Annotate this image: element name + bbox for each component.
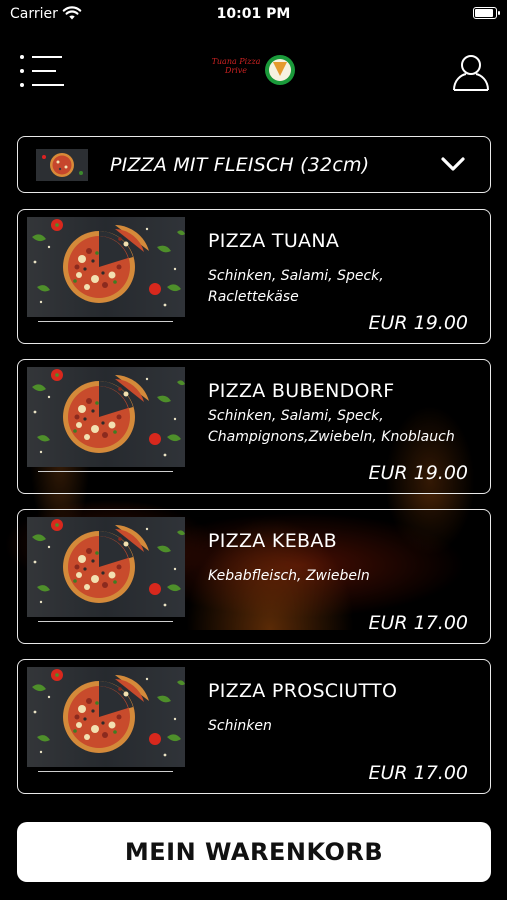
logo-text: Tuana Pizza Drive [211, 57, 261, 75]
product-card[interactable]: PIZZA BUBENDORF Schinken, Salami, Speck,… [17, 359, 491, 494]
battery-icon [473, 7, 500, 19]
product-name: PIZZA KEBAB [208, 530, 337, 552]
pizza-logo-icon [265, 55, 295, 85]
product-price: EUR 17.00 [368, 612, 468, 634]
product-name: PIZZA BUBENDORF [208, 380, 395, 402]
product-card[interactable]: PIZZA PROSCIUTTO Schinken EUR 17.00 [17, 659, 491, 794]
pizza-photo [27, 517, 185, 617]
product-price: EUR 17.00 [368, 762, 468, 784]
category-label: PIZZA MIT FLEISCH (32cm) [110, 154, 370, 176]
brand-logo: Tuana Pizza Drive [207, 53, 299, 89]
status-time: 10:01 PM [216, 6, 291, 22]
pizza-photo [27, 667, 185, 767]
product-description: Schinken, Salami, Speck, Champignons,Zwi… [208, 408, 455, 445]
category-thumbnail [36, 149, 88, 181]
app-header: Tuana Pizza Drive [0, 45, 507, 100]
product-name: PIZZA TUANA [208, 230, 340, 252]
photo-divider [38, 471, 173, 472]
product-card[interactable]: PIZZA TUANA Schinken, Salami, Speck, Rac… [17, 209, 491, 344]
product-card[interactable]: PIZZA KEBAB Kebabfleisch, Zwiebeln EUR 1… [17, 509, 491, 644]
pizza-photo [27, 217, 185, 317]
user-icon [453, 55, 489, 91]
photo-divider [38, 321, 173, 322]
status-bar: Carrier 10:01 PM [0, 0, 507, 30]
cart-button[interactable]: MEIN WARENKORB [17, 822, 491, 882]
category-dropdown[interactable]: PIZZA MIT FLEISCH (32cm) [17, 136, 491, 193]
photo-divider [38, 621, 173, 622]
photo-divider [38, 771, 173, 772]
product-description: Schinken [208, 718, 272, 734]
product-name: PIZZA PROSCIUTTO [208, 680, 398, 702]
product-description: Kebabfleisch, Zwiebeln [208, 568, 370, 584]
user-profile-button[interactable] [452, 52, 490, 92]
product-price: EUR 19.00 [368, 462, 468, 484]
product-price: EUR 19.00 [368, 312, 468, 334]
menu-button[interactable] [20, 53, 66, 89]
product-description: Schinken, Salami, Speck, Raclettekäse [208, 268, 384, 305]
pizza-photo [27, 367, 185, 467]
chevron-down-icon [440, 155, 466, 177]
